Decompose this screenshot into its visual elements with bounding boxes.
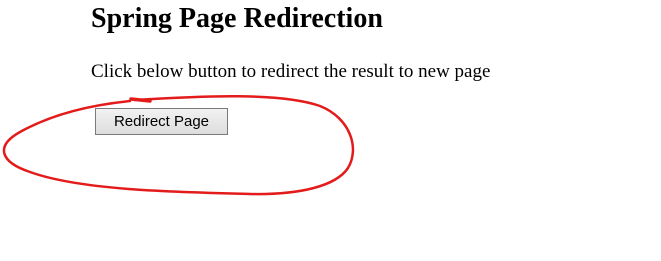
page: Spring Page Redirection Click below butt… bbox=[0, 0, 661, 261]
page-title: Spring Page Redirection bbox=[91, 3, 383, 34]
annotation-start-tick bbox=[129, 97, 152, 103]
redirect-page-button[interactable]: Redirect Page bbox=[95, 108, 228, 135]
page-description: Click below button to redirect the resul… bbox=[91, 61, 491, 82]
